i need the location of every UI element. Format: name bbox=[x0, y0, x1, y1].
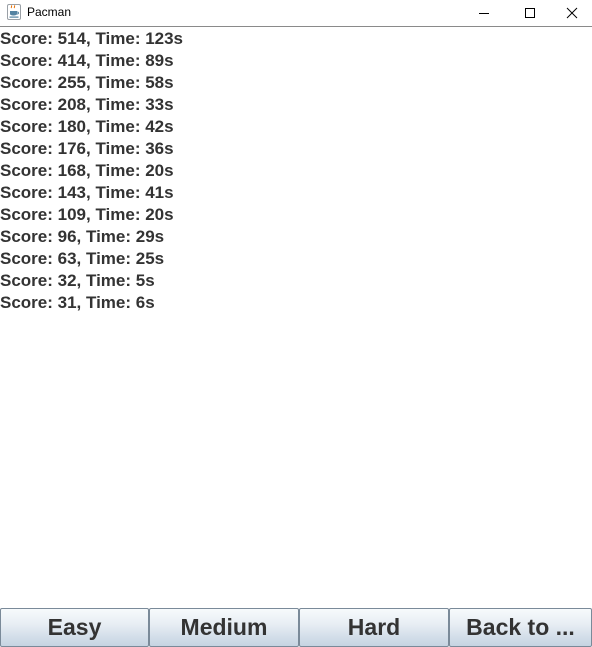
score-entry: Score: 63, Time: 25s bbox=[0, 249, 165, 268]
back-to-menu-button[interactable]: Back to ... bbox=[449, 608, 592, 647]
close-button[interactable] bbox=[552, 0, 592, 26]
close-icon bbox=[566, 7, 578, 19]
pacman-window: Pacman Score: 514, Time: 123s Score: 414… bbox=[0, 0, 592, 647]
maximize-button[interactable] bbox=[507, 0, 553, 26]
score-entry: Score: 255, Time: 58s bbox=[0, 73, 174, 92]
high-scores-panel: Score: 514, Time: 123s Score: 414, Time:… bbox=[0, 28, 592, 607]
score-entry: Score: 96, Time: 29s bbox=[0, 227, 165, 246]
maximize-icon bbox=[524, 7, 536, 19]
score-entry: Score: 31, Time: 6s bbox=[0, 293, 155, 312]
score-list: Score: 514, Time: 123s Score: 414, Time:… bbox=[0, 28, 592, 314]
score-entry: Score: 208, Time: 33s bbox=[0, 95, 174, 114]
score-entry: Score: 180, Time: 42s bbox=[0, 117, 174, 136]
minimize-icon bbox=[478, 7, 490, 19]
title-bar[interactable]: Pacman bbox=[0, 0, 592, 27]
medium-button[interactable]: Medium bbox=[149, 608, 299, 647]
score-entry: Score: 32, Time: 5s bbox=[0, 271, 155, 290]
window-title: Pacman bbox=[27, 5, 72, 19]
hard-button[interactable]: Hard bbox=[299, 608, 449, 647]
score-entry: Score: 514, Time: 123s bbox=[0, 29, 184, 48]
java-cup-icon[interactable] bbox=[7, 4, 21, 20]
score-entry: Score: 168, Time: 20s bbox=[0, 161, 174, 180]
score-entry: Score: 143, Time: 41s bbox=[0, 183, 174, 202]
minimize-button[interactable] bbox=[461, 0, 507, 26]
easy-button[interactable]: Easy bbox=[0, 608, 149, 647]
difficulty-button-bar: Easy Medium Hard Back to ... bbox=[0, 608, 592, 647]
score-entry: Score: 109, Time: 20s bbox=[0, 205, 174, 224]
score-entry: Score: 176, Time: 36s bbox=[0, 139, 174, 158]
score-entry: Score: 414, Time: 89s bbox=[0, 51, 174, 70]
